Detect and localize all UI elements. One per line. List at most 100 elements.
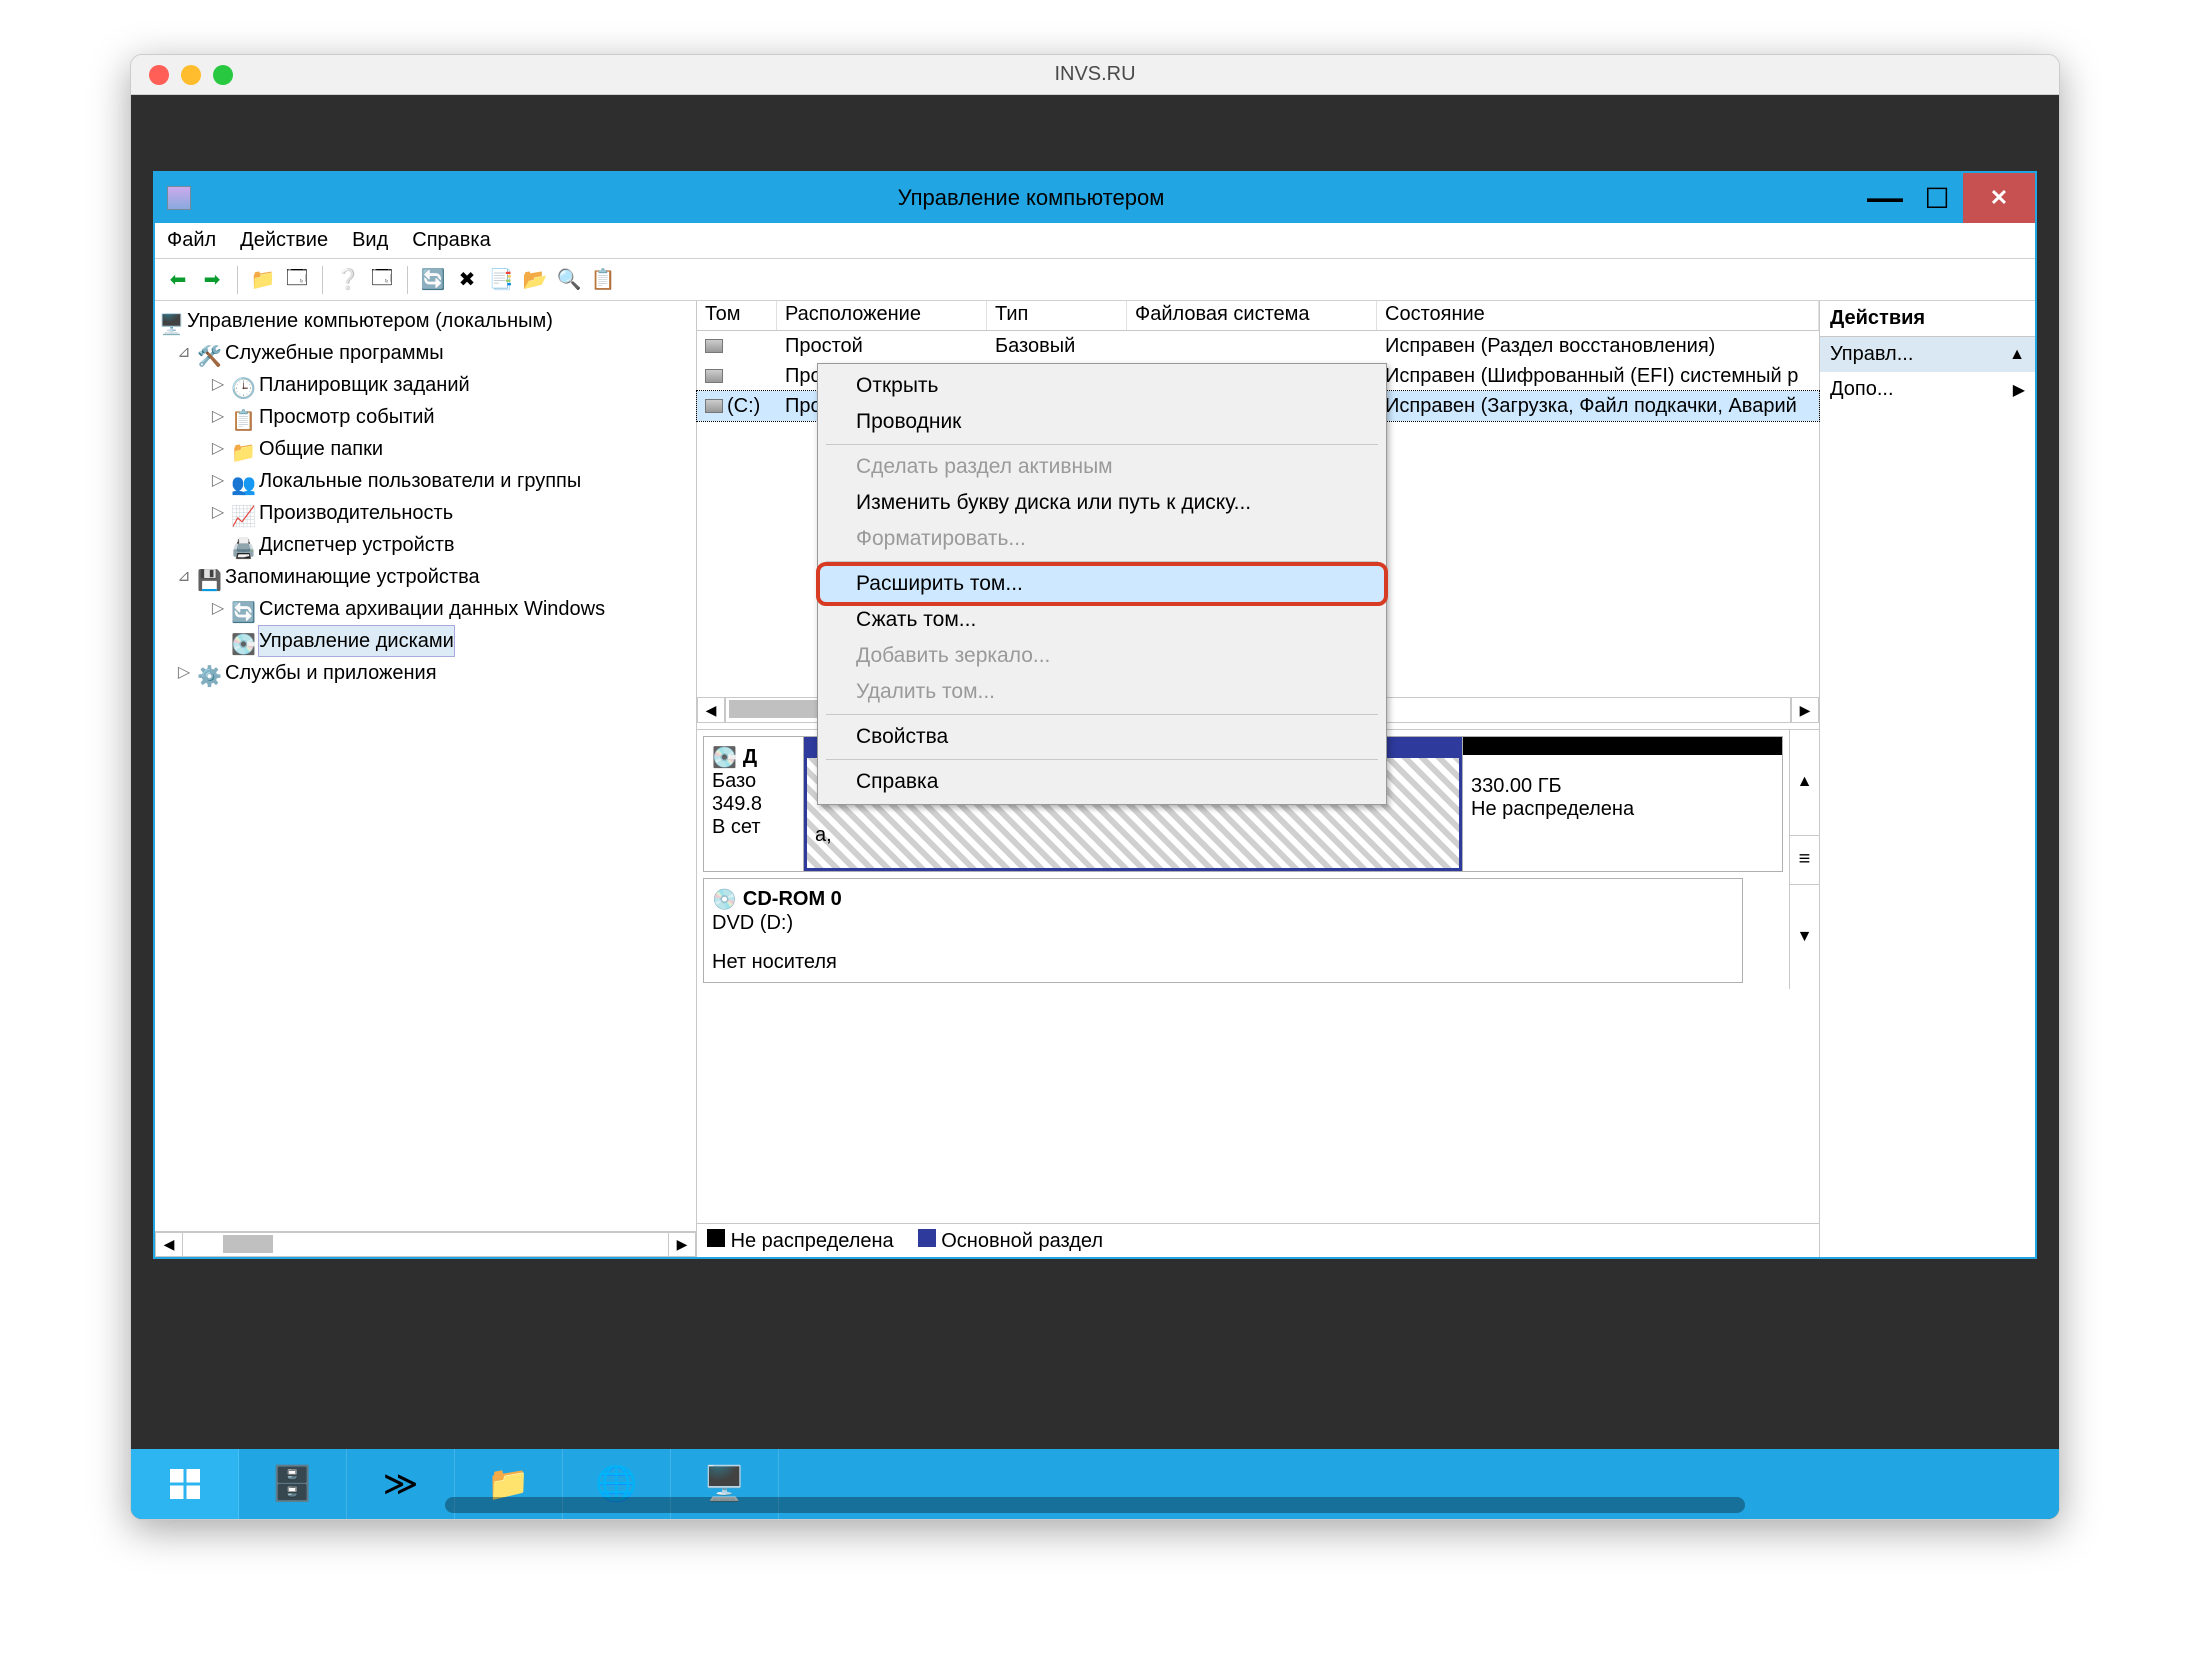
scroll-left-button[interactable]: ◀ — [155, 1232, 183, 1257]
action-button-1[interactable]: 📑 — [486, 265, 516, 295]
action-item-more[interactable]: Допо...▶ — [1820, 372, 2035, 407]
ctx-extend-volume[interactable]: Расширить том... — [820, 566, 1384, 602]
computer-icon: 🖥️ — [159, 310, 181, 332]
ctx-shrink-volume[interactable]: Сжать том... — [820, 602, 1384, 638]
disk-icon: 💽 — [712, 745, 737, 770]
scroll-left-button[interactable]: ◀ — [697, 697, 725, 723]
toolbar: 📁 🗔 ❔ 🗔 🔄 ✖ 📑 📂 🔍 📋 — [155, 259, 2035, 301]
ctx-properties[interactable]: Свойства — [820, 719, 1384, 755]
menu-action[interactable]: Действие — [240, 229, 328, 252]
clock-icon: 🕒 — [231, 374, 253, 396]
scroll-right-button[interactable]: ▶ — [1791, 697, 1819, 723]
delete-button[interactable]: ✖ — [452, 265, 482, 295]
tree-horizontal-scrollbar[interactable]: ◀ ▶ — [155, 1231, 696, 1257]
col-volume[interactable]: Том — [697, 301, 777, 330]
tree-services[interactable]: ▷⚙️ Службы и приложения — [159, 657, 696, 689]
col-status[interactable]: Состояние — [1377, 301, 1819, 330]
actions-title: Действия — [1820, 301, 2035, 337]
cdrom-icon: 💿 — [712, 887, 737, 912]
volume-icon — [705, 369, 723, 383]
refresh-button[interactable]: 🔄 — [418, 265, 448, 295]
ctx-help[interactable]: Справка — [820, 764, 1384, 800]
ctx-make-active: Сделать раздел активным — [820, 449, 1384, 485]
computer-management-window: Управление компьютером — ☐ ✕ Файл Действ… — [153, 171, 2037, 1259]
ctx-explorer[interactable]: Проводник — [820, 404, 1384, 440]
volume-icon — [705, 399, 723, 413]
nav-forward-button[interactable] — [197, 265, 227, 295]
taskbar-powershell[interactable]: ≫ — [347, 1449, 455, 1519]
maximize-button[interactable]: ☐ — [1911, 173, 1963, 223]
action-item-manage[interactable]: Управл...▲ — [1820, 337, 2035, 372]
up-button[interactable]: 📁 — [248, 265, 278, 295]
scroll-track[interactable] — [183, 1232, 668, 1257]
legend-primary-swatch — [918, 1229, 936, 1247]
ctx-change-letter[interactable]: Изменить букву диска или путь к диску... — [820, 485, 1384, 521]
action-button-3[interactable]: 🔍 — [554, 265, 584, 295]
disk-vertical-scrollbar[interactable]: ▲ ≡ ▼ — [1789, 730, 1819, 989]
help-button[interactable]: ❔ — [333, 265, 363, 295]
mac-titlebar: INVS.RU — [131, 55, 2059, 95]
volume-row[interactable]: Простой Базовый Исправен (Раздел восстан… — [697, 331, 1819, 361]
disk-icon: 💽 — [231, 630, 253, 652]
tree-root[interactable]: 🖥️ Управление компьютером (локальным) — [159, 305, 696, 337]
scroll-grip-icon[interactable]: ≡ — [1790, 835, 1819, 885]
tree-storage[interactable]: ⊿💾 Запоминающие устройства — [159, 561, 696, 593]
users-icon: 👥 — [231, 470, 253, 492]
ctx-delete-volume: Удалить том... — [820, 674, 1384, 710]
performance-icon: 📈 — [231, 502, 253, 524]
window-title: Управление компьютером — [203, 185, 1859, 211]
properties-button[interactable]: 🗔 — [367, 265, 397, 295]
minimize-button[interactable]: — — [1859, 173, 1911, 223]
menu-view[interactable]: Вид — [352, 229, 388, 252]
scroll-thumb[interactable] — [223, 1235, 273, 1253]
tree-system-tools[interactable]: ⊿🛠️ Служебные программы — [159, 337, 696, 369]
device-icon: 🖨️ — [231, 534, 253, 556]
tree-task-scheduler[interactable]: ▷🕒 Планировщик заданий — [159, 369, 696, 401]
actions-pane: Действия Управл...▲ Допо...▶ — [1820, 301, 2035, 1257]
taskbar-server-manager[interactable]: 🗄️ — [239, 1449, 347, 1519]
scroll-right-button[interactable]: ▶ — [668, 1232, 696, 1257]
volume-list-header[interactable]: Том Расположение Тип Файловая система Со… — [697, 301, 1819, 331]
menubar: Файл Действие Вид Справка — [155, 223, 2035, 259]
nav-back-button[interactable] — [163, 265, 193, 295]
app-icon — [167, 186, 191, 210]
chevron-up-icon: ▲ — [2009, 346, 2025, 364]
mac-window-title: INVS.RU — [131, 63, 2059, 86]
window-titlebar[interactable]: Управление компьютером — ☐ ✕ — [155, 173, 2035, 223]
start-button[interactable] — [131, 1449, 239, 1519]
tools-icon: 🛠️ — [197, 342, 219, 364]
action-button-4[interactable]: 📋 — [588, 265, 618, 295]
tree-local-users[interactable]: ▷👥 Локальные пользователи и группы — [159, 465, 696, 497]
show-hide-tree-button[interactable]: 🗔 — [282, 265, 312, 295]
close-button[interactable]: ✕ — [1963, 173, 2035, 223]
tree-windows-backup[interactable]: ▷🔄 Система архивации данных Windows — [159, 593, 696, 625]
tree-shared-folders[interactable]: ▷📁 Общие папки — [159, 433, 696, 465]
menu-help[interactable]: Справка — [412, 229, 490, 252]
partition-unallocated[interactable]: 330.00 ГБ Не распределена — [1462, 737, 1782, 871]
col-type[interactable]: Тип — [987, 301, 1127, 330]
ctx-open[interactable]: Открыть — [820, 368, 1384, 404]
ctx-format: Форматировать... — [820, 521, 1384, 557]
mac-overlay-scrollbar[interactable] — [445, 1497, 1745, 1513]
folder-shared-icon: 📁 — [231, 438, 253, 460]
action-button-2[interactable]: 📂 — [520, 265, 550, 295]
col-filesystem[interactable]: Файловая система — [1127, 301, 1377, 330]
backup-icon: 🔄 — [231, 598, 253, 620]
chevron-right-icon: ▶ — [2013, 380, 2025, 400]
context-menu: Открыть Проводник Сделать раздел активны… — [817, 363, 1387, 805]
tree-disk-management[interactable]: 💽 Управление дисками — [159, 625, 696, 657]
col-layout[interactable]: Расположение — [777, 301, 987, 330]
tree-device-manager[interactable]: 🖨️ Диспетчер устройств — [159, 529, 696, 561]
tree-event-viewer[interactable]: ▷📋 Просмотр событий — [159, 401, 696, 433]
scroll-down-button[interactable]: ▼ — [1790, 885, 1819, 990]
scroll-up-button[interactable]: ▲ — [1790, 730, 1819, 835]
volume-icon — [705, 339, 723, 353]
menu-file[interactable]: Файл — [167, 229, 216, 252]
tree-performance[interactable]: ▷📈 Производительность — [159, 497, 696, 529]
volume-list-pane: Том Расположение Тип Файловая система Со… — [697, 301, 1820, 1257]
cdrom-0-graphic[interactable]: 💿CD-ROM 0 DVD (D:) Нет носителя — [703, 878, 1743, 983]
services-icon: ⚙️ — [197, 662, 219, 684]
legend-unallocated-swatch — [707, 1229, 725, 1247]
windows-logo-icon — [167, 1466, 203, 1502]
event-icon: 📋 — [231, 406, 253, 428]
